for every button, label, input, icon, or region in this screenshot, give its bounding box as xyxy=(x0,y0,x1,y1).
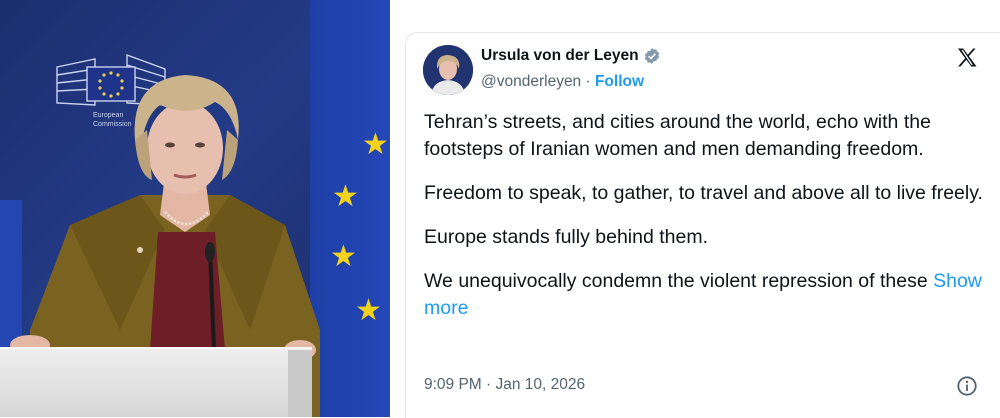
lectern-edge xyxy=(288,350,312,417)
tweet-timestamp[interactable]: 9:09 PM · Jan 10, 2026 xyxy=(424,376,585,394)
avatar[interactable] xyxy=(423,45,473,95)
handle-row: @vonderleyen · Follow xyxy=(481,73,644,91)
tweet-body: Tehran’s streets, and cities around the … xyxy=(424,109,994,339)
author-handle[interactable]: @vonderleyen xyxy=(481,73,581,90)
tweet-paragraph: Europe stands fully behind them. xyxy=(424,226,709,248)
author-row: Ursula von der Leyen xyxy=(481,47,661,65)
author-name[interactable]: Ursula von der Leyen xyxy=(481,47,639,65)
handle-separator: · xyxy=(581,73,595,90)
follow-button[interactable]: Follow xyxy=(595,73,644,90)
tweet-paragraph-last: We unequivocally condemn the violent rep… xyxy=(424,268,994,322)
tweet-paragraph: Tehran’s streets, and cities around the … xyxy=(424,111,931,160)
x-logo-icon[interactable] xyxy=(955,46,979,70)
press-photo: ★ ★ ★ ★ European Commission xyxy=(0,0,390,417)
info-icon[interactable] xyxy=(956,375,978,397)
tweet-paragraph: Freedom to speak, to gather, to travel a… xyxy=(424,182,983,204)
tweet-card: Ursula von der Leyen @vonderleyen · Foll… xyxy=(405,32,1000,418)
tweet-paragraph-text: We unequivocally condemn the violent rep… xyxy=(424,270,928,292)
verified-badge-icon xyxy=(644,48,659,64)
lectern xyxy=(0,347,312,417)
